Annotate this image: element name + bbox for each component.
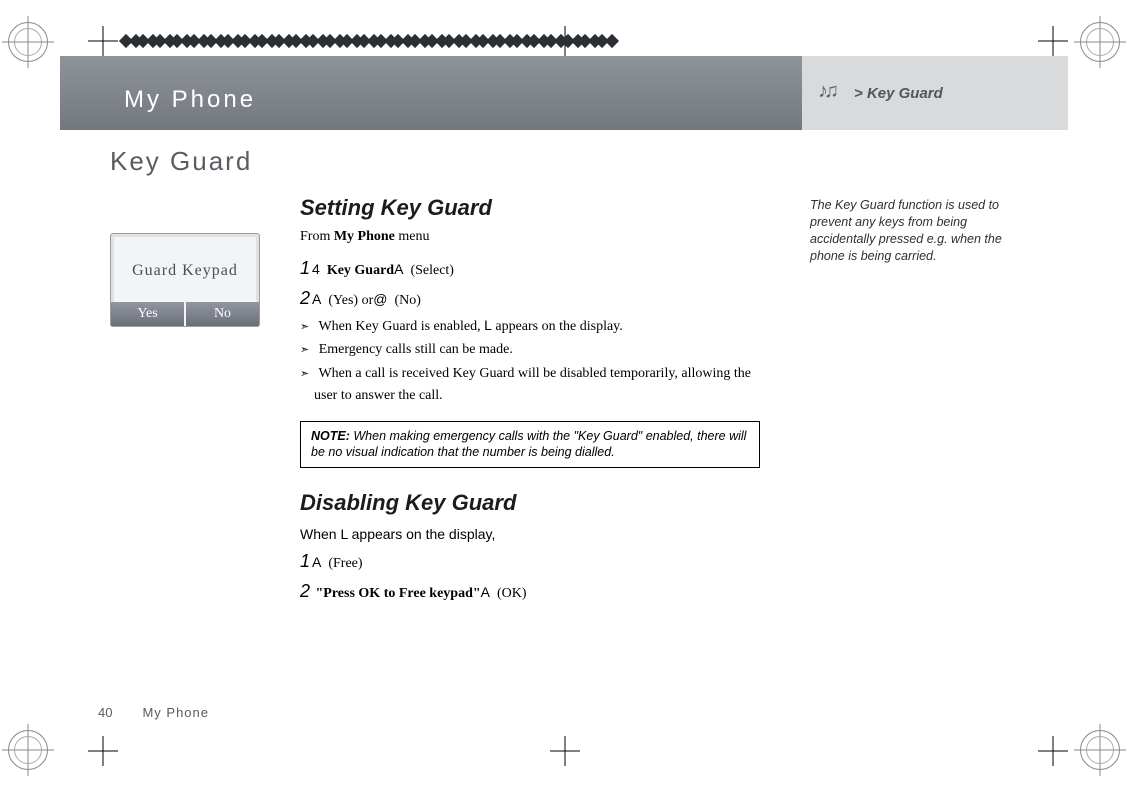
heading-disabling: Disabling Key Guard — [300, 490, 760, 516]
crop-mark-icon — [1038, 736, 1068, 766]
key-symbol: A — [312, 291, 321, 307]
setting-bullets: When Key Guard is enabled, L appears on … — [300, 315, 760, 407]
registration-mark-icon — [1080, 730, 1120, 770]
lock-symbol: L — [484, 317, 492, 333]
header-title: My Phone — [124, 86, 802, 114]
bullet-text: appears on the display. — [492, 319, 623, 334]
step-item-bold: Key Guard — [327, 263, 394, 278]
header-band: My Phone > Key Guard — [60, 56, 1068, 130]
page-number: 40 — [98, 705, 112, 720]
heading-setting: Setting Key Guard — [300, 195, 760, 221]
page-footer: 40 My Phone — [98, 705, 209, 720]
note-label: NOTE: — [311, 429, 350, 443]
step-paren: (No) — [394, 293, 420, 308]
phone-screen-title: Guard Keypad — [121, 244, 249, 302]
step-quote: "Press OK to Free keypad" — [316, 586, 481, 601]
music-notes-icon — [818, 80, 844, 106]
registration-mark-icon — [8, 22, 48, 62]
when-post: appears on the display, — [352, 526, 496, 542]
step-or: or — [358, 293, 373, 308]
step-number: 1 — [300, 258, 310, 278]
ornament-diamond-row — [124, 36, 617, 54]
crop-mark-icon — [88, 736, 118, 766]
bullet-item: When a call is received Key Guard will b… — [300, 363, 760, 406]
phone-screen-mock: Guard Keypad Yes No — [110, 233, 260, 327]
bullet-text: When a call is received Key Guard will b… — [314, 366, 751, 403]
bullet-item: Emergency calls still can be made. — [300, 339, 760, 361]
breadcrumb-label: Key Guard — [867, 85, 943, 102]
step-number: 2 — [300, 581, 310, 601]
step-paren: (Yes) — [328, 293, 358, 308]
note-text: When making emergency calls with the "Ke… — [311, 429, 746, 460]
setting-steps: 14 Key GuardA (Select) 2A (Yes) or@ (No) — [300, 255, 760, 313]
section-title: Key Guard — [110, 146, 1068, 177]
registration-mark-icon — [8, 730, 48, 770]
key-symbol: A — [312, 554, 321, 570]
step-number: 1 — [300, 551, 310, 571]
from-suffix: menu — [395, 229, 430, 244]
header-left: My Phone — [60, 56, 802, 130]
step-number: 2 — [300, 288, 310, 308]
from-line: From My Phone menu — [300, 229, 760, 245]
note-box: NOTE: When making emergency calls with t… — [300, 421, 760, 469]
footer-section: My Phone — [142, 705, 209, 720]
key-symbol: A — [481, 584, 490, 600]
step-paren: (Select) — [410, 263, 454, 278]
key-symbol: A — [394, 261, 403, 277]
header-breadcrumb: > Key Guard — [802, 56, 1068, 130]
registration-mark-icon — [1080, 22, 1120, 62]
crop-mark-icon — [88, 26, 118, 56]
disabling-steps: When L appears on the display, 1A (Free)… — [300, 524, 760, 605]
from-prefix: From — [300, 229, 334, 244]
softkey-no: No — [184, 302, 259, 326]
crop-mark-icon — [550, 736, 580, 766]
softkey-yes: Yes — [111, 302, 184, 326]
sidebar-note: The Key Guard function is used to preven… — [810, 197, 1010, 265]
nav-symbol: 4 — [312, 261, 320, 277]
step-paren: (OK) — [497, 586, 527, 601]
step-paren: (Free) — [328, 556, 362, 571]
bullet-text: When Key Guard is enabled, — [318, 319, 484, 334]
bullet-item: When Key Guard is enabled, L appears on … — [300, 315, 760, 338]
lock-symbol: L — [337, 526, 352, 542]
bullet-text: Emergency calls still can be made. — [319, 342, 513, 357]
from-menu: My Phone — [334, 229, 395, 244]
when-pre: When — [300, 526, 337, 542]
breadcrumb-prefix: > — [854, 85, 867, 102]
key-symbol: @ — [373, 291, 387, 307]
crop-mark-icon — [1038, 26, 1068, 56]
